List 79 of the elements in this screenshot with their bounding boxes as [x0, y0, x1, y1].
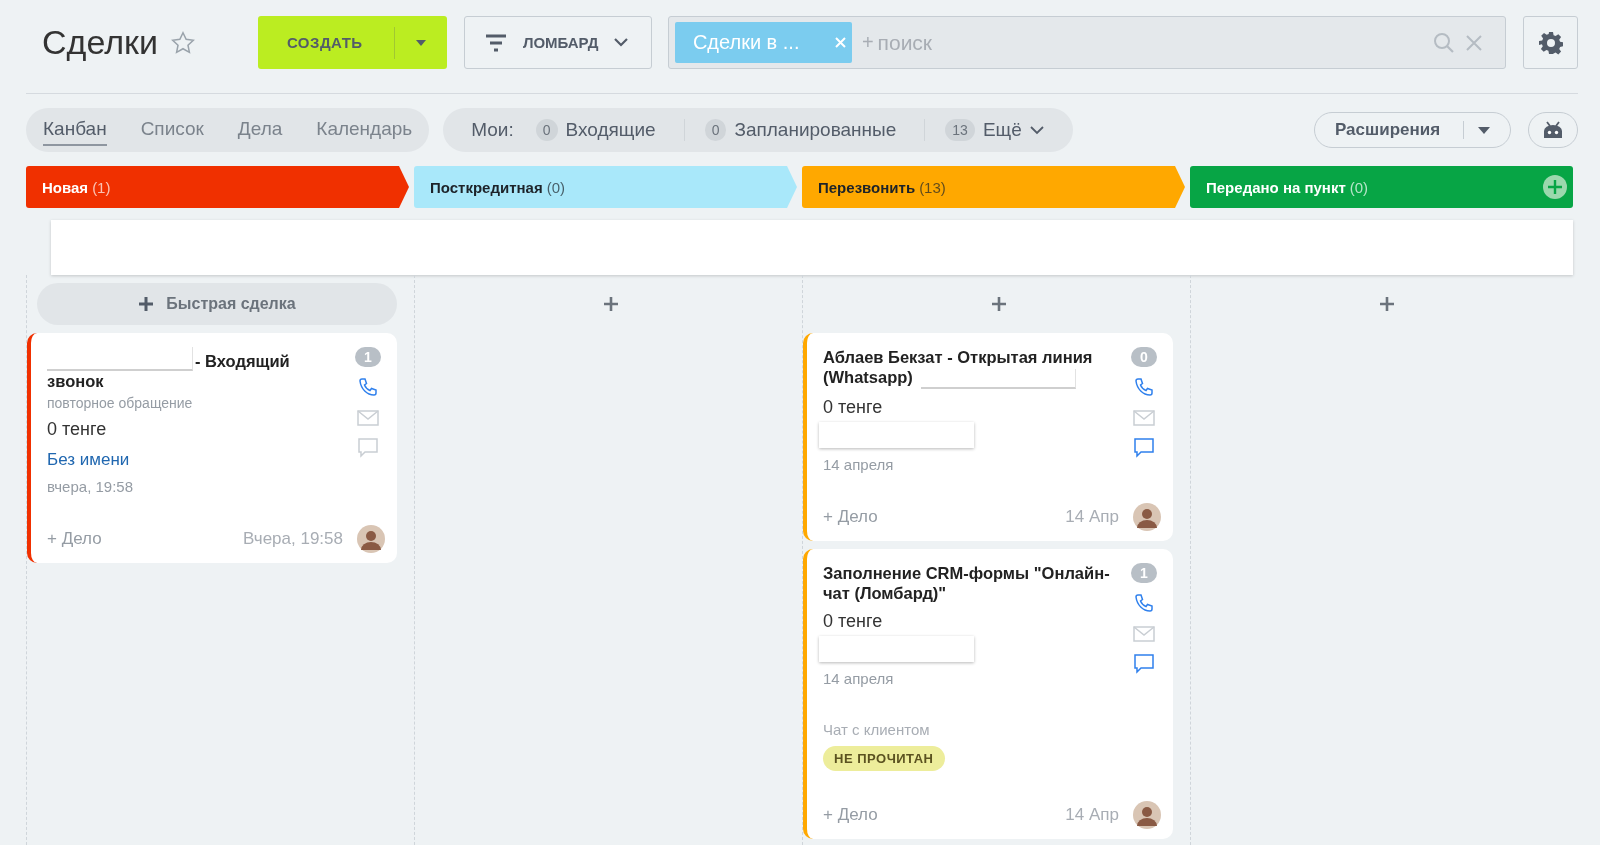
deal-amount: 0 тенге [823, 397, 884, 418]
deal-source: Чат с клиентом [823, 721, 931, 738]
view-tab[interactable]: Список [140, 114, 204, 146]
footer-date: 14 Апр [1065, 507, 1119, 527]
deal-card[interactable]: - Входящий звонок повторное обращение 0 тенге Без имени вчера, 19:58 1 + Дело Вчера, 19:58 [27, 333, 397, 563]
add-task-link[interactable]: + Дело [823, 805, 878, 825]
view-tab[interactable]: Дела [237, 114, 283, 146]
deal-title[interactable]: - Входящий звонок [47, 347, 343, 391]
counter-label: Ещё [982, 119, 1022, 141]
footer-date: 14 Апр [1065, 805, 1119, 825]
count-badge: 0 [535, 119, 558, 141]
count-badge: 13 [945, 119, 975, 141]
add-stage-icon[interactable] [1543, 175, 1567, 199]
caret-icon[interactable] [414, 38, 427, 47]
caret-icon[interactable] [1478, 126, 1490, 134]
count-badge: 0 [704, 119, 727, 141]
phone-icon[interactable] [1133, 377, 1155, 399]
phone-icon[interactable] [357, 377, 379, 399]
add-task-link[interactable]: + Дело [47, 529, 102, 549]
robot-icon [1542, 121, 1564, 139]
stage-name: Перезвонить [818, 178, 916, 196]
deal-date: 14 апреля [823, 670, 895, 687]
settings-icon [1538, 30, 1563, 55]
counter-filter[interactable]: 0 Запланированные [704, 119, 897, 141]
stage-count: (0) [546, 178, 566, 196]
chat-icon[interactable] [1133, 437, 1155, 459]
add-task-link[interactable]: + Дело [823, 507, 878, 527]
activity-count: 1 [1131, 563, 1157, 583]
stage-count: (13) [919, 178, 946, 196]
deal-subtitle: повторное обращение [47, 395, 194, 411]
quick-deal-button[interactable]: Быстрая сделка [37, 283, 397, 325]
chevron-down-icon [1029, 125, 1044, 135]
counter-label: Запланированные [734, 119, 897, 141]
avatar-icon[interactable] [1133, 801, 1161, 829]
stage-count: (1) [92, 178, 111, 196]
stage-header[interactable]: Передано на пункт (0) [1190, 166, 1573, 208]
deal-card[interactable]: Заполнение CRM-формы "Онлайн-чат (Ломбард)" 0 тенге 14 апреля Чат с клиентом НЕ ПРОЧИТАН 1 + Дело 14 Апр [803, 549, 1173, 839]
chevron-down-icon [614, 38, 629, 47]
avatar-icon[interactable] [1133, 503, 1161, 531]
stage-header[interactable]: Новая (1) [26, 166, 409, 208]
view-tab[interactable]: Канбан [43, 114, 107, 146]
counter-filter[interactable]: 13 Ещё [945, 119, 1044, 141]
counters-label: Мои: [471, 119, 514, 141]
view-tab[interactable]: Календарь [316, 114, 413, 146]
chat-icon[interactable] [1133, 653, 1155, 675]
deal-card[interactable]: Аблаев Бекзат - Открытая линия (Whatsapp) 0 тенге 14 апреля 0 + Дело 14 Апр [803, 333, 1173, 541]
stage-name: Посткредитная [430, 178, 543, 196]
activity-count: 1 [355, 347, 381, 367]
plus-sign: + [861, 31, 874, 54]
deal-amount: 0 тенге [823, 611, 884, 632]
stage-header[interactable]: Посткредитная (0) [414, 166, 797, 208]
stage-header[interactable]: Перезвонить (13) [802, 166, 1185, 208]
star-icon[interactable] [169, 29, 196, 56]
deal-amount: 0 тенге [47, 419, 108, 440]
contact-link[interactable]: Без имени [47, 450, 343, 470]
stage-count: (0) [1349, 178, 1369, 196]
deal-title[interactable]: Аблаев Бекзат - Открытая линия (Whatsapp) [823, 347, 1119, 389]
counter-filter[interactable]: 0 Входящие [535, 119, 656, 141]
avatar-icon[interactable] [357, 525, 385, 553]
status-badge: НЕ ПРОЧИТАН [823, 746, 945, 771]
settings-button[interactable] [1523, 16, 1578, 69]
filter-button[interactable]: ЛОМБАРД [463, 16, 652, 69]
create-button[interactable]: СОЗДАТЬ [257, 16, 447, 69]
add-deal-icon[interactable] [603, 296, 619, 312]
phone-icon[interactable] [1133, 593, 1155, 615]
add-deal-icon[interactable] [991, 296, 1007, 312]
stage-name: Новая [42, 178, 89, 196]
stage-name: Передано на пункт [1206, 178, 1346, 196]
add-deal-icon[interactable] [1379, 296, 1395, 312]
footer-date: Вчера, 19:58 [243, 529, 343, 549]
tag-label: Сделки в ... [692, 31, 801, 54]
filter-icon [484, 33, 507, 52]
deal-title[interactable]: Заполнение CRM-формы "Онлайн-чат (Ломбард)" [823, 563, 1119, 603]
page-title: Сделки [42, 23, 158, 62]
deal-date: вчера, 19:58 [47, 478, 134, 495]
counter-label: Входящие [565, 119, 656, 141]
plus-icon [138, 296, 155, 312]
activity-count: 0 [1131, 347, 1157, 367]
deal-date: 14 апреля [823, 456, 895, 473]
